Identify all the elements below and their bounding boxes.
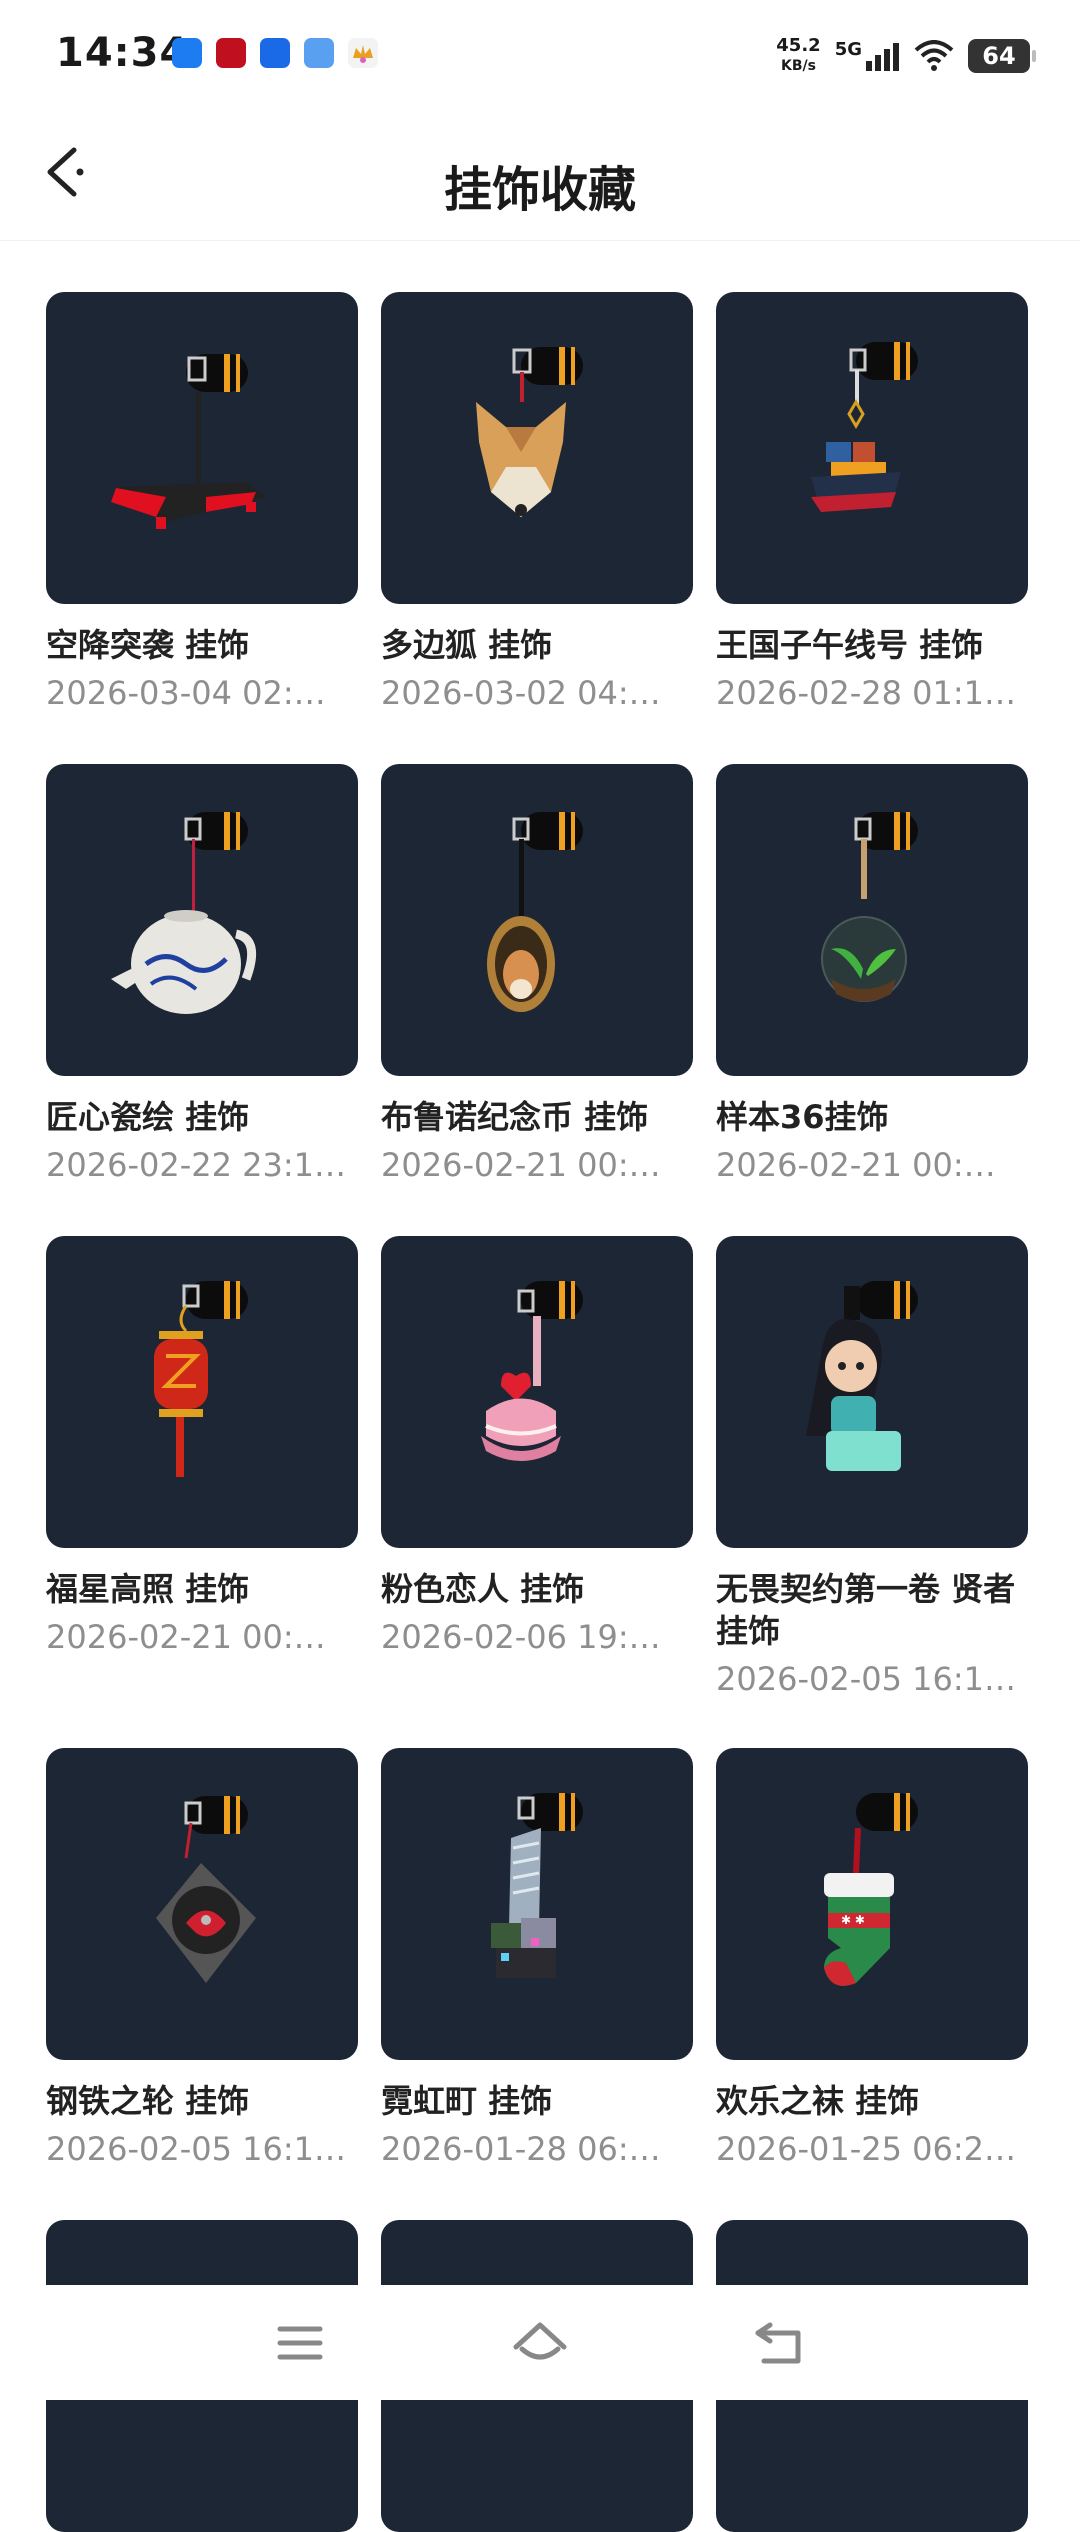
charm-item[interactable]: 粉色恋人 挂饰 2026-02-06 19:… bbox=[381, 1236, 693, 1658]
home-icon[interactable] bbox=[510, 2313, 570, 2373]
charm-name: 多边狐 挂饰 bbox=[381, 626, 553, 664]
charm-item[interactable]: 样本36挂饰 2026-02-21 00:… bbox=[716, 764, 1028, 1186]
building-charm-icon bbox=[491, 1793, 583, 1978]
charm-date: 2026-03-04 02:… bbox=[46, 674, 326, 712]
turntable-charm-icon bbox=[156, 1796, 256, 1983]
wifi-icon bbox=[914, 40, 954, 71]
charm-name: 欢乐之袜 挂饰 bbox=[716, 2082, 920, 2120]
app-icon-2 bbox=[216, 38, 246, 68]
charm-name: 匠心瓷绘 挂饰 bbox=[46, 1098, 250, 1136]
battery-indicator: 64 bbox=[968, 39, 1036, 73]
charm-date: 2026-02-21 00:… bbox=[46, 1618, 326, 1656]
net-speed: 45.2 KB/s bbox=[776, 35, 821, 75]
charm-date: 2026-02-22 23:1… bbox=[46, 1146, 346, 1184]
charm-thumbnail[interactable] bbox=[716, 292, 1028, 604]
charm-name: 钢铁之轮 挂饰 bbox=[46, 2082, 250, 2120]
charm-thumbnail[interactable] bbox=[381, 292, 693, 604]
status-time: 14:34 bbox=[56, 30, 189, 76]
charm-name: 样本36挂饰 bbox=[716, 1098, 889, 1136]
charm-name: 布鲁诺纪念币 挂饰 bbox=[381, 1098, 649, 1136]
charm-item[interactable]: 布鲁诺纪念币 挂饰 2026-02-21 00:… bbox=[381, 764, 693, 1186]
ship-charm-icon bbox=[811, 342, 918, 512]
back-nav-icon[interactable] bbox=[750, 2313, 810, 2373]
charm-item[interactable]: 匠心瓷绘 挂饰 2026-02-22 23:1… bbox=[46, 764, 358, 1186]
terrarium-charm-icon bbox=[821, 812, 918, 1002]
charm-date: 2026-02-21 00:… bbox=[381, 1146, 661, 1184]
charm-date: 2026-03-02 04:… bbox=[381, 674, 661, 712]
charm-date: 2026-02-21 00:… bbox=[716, 1146, 996, 1184]
app-icon-1 bbox=[172, 38, 202, 68]
charm-name: 霓虹町 挂饰 bbox=[381, 2082, 553, 2120]
charm-thumbnail[interactable]: ✱ ✱ bbox=[716, 1748, 1028, 2060]
lantern-charm-icon bbox=[154, 1281, 248, 1477]
charm-item[interactable]: 王国子午线号 挂饰 2026-02-28 01:1… bbox=[716, 292, 1028, 714]
charm-item[interactable]: 霓虹町 挂饰 2026-01-28 06:… bbox=[381, 1748, 693, 2170]
menu-icon[interactable] bbox=[270, 2313, 330, 2373]
charm-name: 王国子午线号 挂饰 bbox=[716, 626, 984, 664]
charm-thumbnail[interactable] bbox=[46, 1236, 358, 1548]
charm-item[interactable]: 福星高照 挂饰 2026-02-21 00:… bbox=[46, 1236, 358, 1658]
status-right: 45.2 KB/s 5G 64 bbox=[776, 35, 1036, 76]
system-nav-bar bbox=[0, 2285, 1080, 2400]
charm-date: 2026-01-28 06:… bbox=[381, 2130, 661, 2168]
app-icon-4 bbox=[304, 38, 334, 68]
status-bar: 14:34 45.2 KB/s 5G 64 bbox=[0, 0, 1080, 110]
charm-date: 2026-01-25 06:2… bbox=[716, 2130, 1016, 2168]
coin-charm-icon bbox=[487, 812, 583, 1012]
charm-thumbnail[interactable] bbox=[716, 764, 1028, 1076]
charm-name: 粉色恋人 挂饰 bbox=[381, 1570, 585, 1608]
charm-name: 空降突袭 挂饰 bbox=[46, 626, 250, 664]
charm-thumbnail[interactable] bbox=[381, 1748, 693, 2060]
charm-item[interactable]: 钢铁之轮 挂饰 2026-02-05 16:1… bbox=[46, 1748, 358, 2170]
charm-date: 2026-02-06 19:… bbox=[381, 1618, 661, 1656]
app-icon-5 bbox=[348, 38, 378, 68]
charm-name: 无畏契约第一卷 贤者 挂饰 bbox=[716, 1570, 1016, 1650]
notification-app-icons bbox=[172, 38, 378, 68]
header: 挂饰收藏 bbox=[0, 110, 1080, 241]
charm-date: 2026-02-05 16:1… bbox=[716, 1660, 1016, 1698]
charm-item[interactable]: 无畏契约第一卷 贤者 挂饰 2026-02-05 16:1… bbox=[716, 1236, 1028, 1700]
charm-thumbnail[interactable] bbox=[381, 764, 693, 1076]
page-title: 挂饰收藏 bbox=[443, 162, 636, 218]
charm-date: 2026-02-05 16:1… bbox=[46, 2130, 346, 2168]
charm-thumbnail[interactable] bbox=[46, 764, 358, 1076]
stocking-charm-icon: ✱ ✱ bbox=[824, 1793, 918, 1986]
charm-item[interactable]: 多边狐 挂饰 2026-03-02 04:… bbox=[381, 292, 693, 714]
charm-thumbnail[interactable] bbox=[381, 1236, 693, 1548]
charm-item[interactable]: 空降突袭 挂饰 2026-03-04 02:… bbox=[46, 292, 358, 714]
charm-thumbnail[interactable] bbox=[716, 1236, 1028, 1548]
sage-charm-icon bbox=[806, 1281, 918, 1471]
charm-thumbnail[interactable] bbox=[46, 1748, 358, 2060]
charm-name: 福星高照 挂饰 bbox=[46, 1570, 250, 1608]
signal-icon: 5G bbox=[835, 41, 900, 71]
charm-thumbnail[interactable] bbox=[46, 292, 358, 604]
cake-charm-icon bbox=[481, 1281, 583, 1461]
fox-charm-icon bbox=[476, 347, 583, 517]
charm-date: 2026-02-28 01:1… bbox=[716, 674, 1016, 712]
charm-item[interactable]: ✱ ✱ 欢乐之袜 挂饰 2026-01-25 06:2… bbox=[716, 1748, 1028, 2170]
teapot-charm-icon bbox=[111, 812, 257, 1014]
svg-text:✱ ✱: ✱ ✱ bbox=[841, 1913, 865, 1927]
app-icon-3 bbox=[260, 38, 290, 68]
drone-charm-icon bbox=[111, 354, 266, 529]
